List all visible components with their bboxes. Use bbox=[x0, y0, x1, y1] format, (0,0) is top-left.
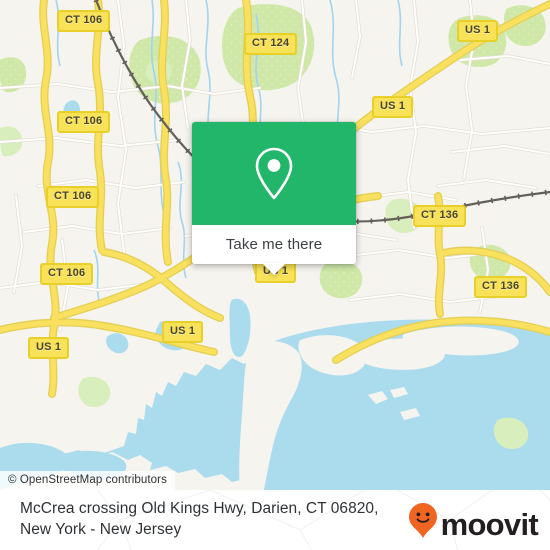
caption-line-2: New York - New Jersey bbox=[20, 521, 182, 538]
place-callout-card[interactable]: Take me there bbox=[192, 122, 356, 275]
take-me-there-button[interactable]: Take me there bbox=[226, 236, 322, 253]
moovit-logo[interactable]: moovit bbox=[408, 502, 539, 545]
moovit-wordmark: moovit bbox=[440, 507, 539, 542]
road-shield-us1-b: US 1 bbox=[372, 96, 414, 118]
road-shield-ct136-a: CT 136 bbox=[413, 205, 467, 227]
road-shield-us1-a: US 1 bbox=[457, 20, 499, 42]
map-attribution[interactable]: © OpenStreetMap contributors bbox=[0, 471, 175, 490]
footer-bar: McCrea crossing Old Kings Hwy, Darien, C… bbox=[0, 490, 550, 550]
road-shield-ct124: CT 124 bbox=[244, 33, 298, 55]
caption-line-1: McCrea crossing Old Kings Hwy, Darien, C… bbox=[20, 500, 379, 517]
road-shield-ct106-b: CT 106 bbox=[57, 111, 111, 133]
road-shield-ct106-a: CT 106 bbox=[57, 10, 111, 32]
road-shield-ct106-c: CT 106 bbox=[46, 186, 100, 208]
place-caption: McCrea crossing Old Kings Hwy, Darien, C… bbox=[20, 498, 400, 540]
place-card-pointer-tail bbox=[262, 263, 286, 275]
screenshot-root: CT 106 CT 124 US 1 CT 106 US 1 CT 106 CT… bbox=[0, 0, 550, 550]
place-card-footer[interactable]: Take me there bbox=[192, 225, 356, 264]
road-shield-ct106-d: CT 106 bbox=[40, 263, 94, 285]
map-canvas[interactable]: CT 106 CT 124 US 1 CT 106 US 1 CT 106 CT… bbox=[0, 0, 550, 490]
map-pin-icon bbox=[252, 146, 296, 202]
road-shield-us1-e: US 1 bbox=[28, 337, 70, 359]
road-shield-us1-d: US 1 bbox=[162, 321, 204, 343]
road-shield-ct136-b: CT 136 bbox=[474, 276, 528, 298]
place-card-header bbox=[192, 122, 356, 225]
moovit-smiley-pin-icon bbox=[408, 502, 438, 545]
